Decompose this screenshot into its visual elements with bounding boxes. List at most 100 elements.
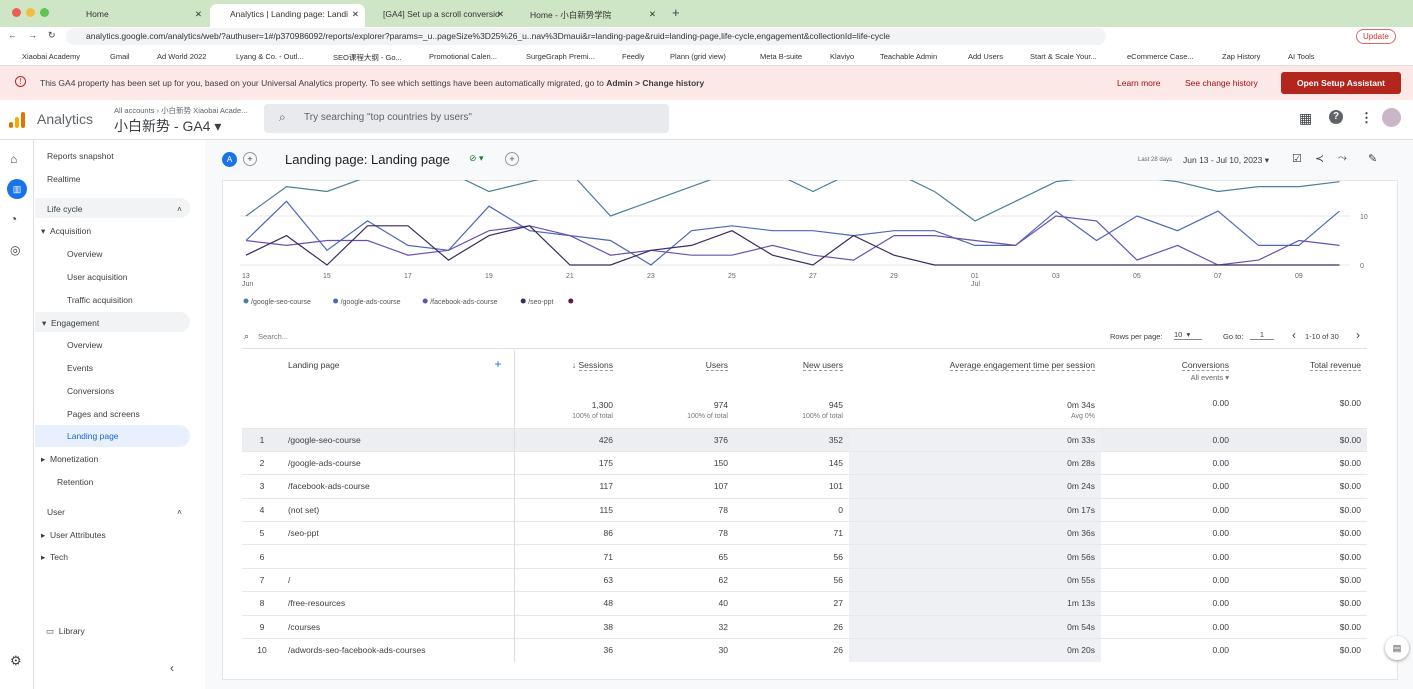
sidebar-item-library[interactable]: ▭ Library	[46, 626, 85, 637]
collapse-sidebar-icon[interactable]: ‹	[170, 661, 174, 675]
sidebar-item-user-acquisition[interactable]: User acquisition	[67, 272, 127, 282]
conversions-header[interactable]: Conversions	[1181, 360, 1229, 371]
goto-input[interactable]: 1	[1250, 330, 1274, 340]
property-selector[interactable]: 小白新势 - GA4 ▾	[114, 116, 221, 136]
maximize-window-button[interactable]	[40, 8, 49, 17]
bookmark-item[interactable]: eCommerce Case...	[1127, 52, 1194, 61]
apps-grid-icon[interactable]: ▦	[1299, 110, 1312, 127]
landing-page-cell[interactable]: /free-resources	[282, 591, 515, 616]
landing-page-cell[interactable]: /courses	[282, 614, 515, 639]
close-tab-icon[interactable]: ✕	[497, 9, 504, 20]
table-row[interactable]: 2/google-ads-course 175 150 145 0m 28s 0.00 $0…	[242, 450, 1367, 475]
breadcrumb[interactable]: All accounts › 小白新势 Xiaobai Acade...	[114, 105, 247, 116]
dimension-header[interactable]: Landing page	[288, 360, 340, 370]
sidebar-item-reports-snapshot[interactable]: Reports snapshot	[47, 151, 114, 161]
bookmark-item[interactable]: Meta B-suite	[760, 52, 802, 61]
bookmark-item[interactable]: SEO课程大纲 - Go...	[333, 52, 402, 63]
more-vert-icon[interactable]: ⋮	[1360, 110, 1373, 126]
new-tab-button[interactable]: +	[672, 5, 680, 20]
table-row[interactable]: 9/courses 38 32 26 0m 54s 0.00 $0.00	[242, 614, 1367, 639]
open-setup-assistant-button[interactable]: Open Setup Assistant	[1281, 72, 1401, 94]
users-header[interactable]: Users	[705, 360, 728, 371]
avatar[interactable]	[1382, 108, 1401, 127]
browser-tab[interactable]: Home - 小白新势学院 ✕	[512, 4, 662, 27]
table-row[interactable]: 7/63 62 56 0m 55s 0.00 $0.00	[242, 567, 1367, 592]
close-tab-icon[interactable]: ✕	[195, 9, 202, 20]
browser-tab[interactable]: [GA4] Set up a scroll conversio ✕	[365, 4, 510, 27]
sidebar-item-landing-page[interactable]: Landing page	[35, 425, 190, 447]
sidebar-item-events[interactable]: Events	[67, 363, 93, 373]
bookmark-item[interactable]: Lyang & Co. - Outl...	[236, 52, 304, 61]
reload-icon[interactable]: ↻	[48, 30, 56, 41]
table-row[interactable]: 5/seo-ppt 86 78 71 0m 36s 0.00 $0.00	[242, 521, 1367, 545]
bookmark-item[interactable]: Add Users	[968, 52, 1003, 61]
edit-pencil-icon[interactable]: ✎	[1368, 152, 1377, 165]
home-icon[interactable]: ⌂	[10, 152, 17, 166]
bookmark-item[interactable]: Feedly	[622, 52, 645, 61]
learn-more-link[interactable]: Learn more	[1117, 78, 1160, 88]
bookmark-item[interactable]: Klaviyo	[830, 52, 854, 61]
conversion-event-select[interactable]: All events ▾	[1191, 373, 1229, 382]
landing-page-cell[interactable]: /facebook-ads-course	[282, 474, 515, 499]
customize-report-icon[interactable]: ☑	[1292, 152, 1302, 165]
url-input[interactable]: analytics.google.com/analytics/web/?auth…	[66, 28, 1106, 45]
sidebar-item-user-attributes[interactable]: ▸ User Attributes	[41, 530, 106, 541]
add-report-button[interactable]: +	[505, 152, 519, 166]
sidebar-section-life-cycle[interactable]: Life cycle ˄	[35, 198, 190, 218]
explore-icon[interactable]: ◔	[10, 212, 17, 226]
bookmark-item[interactable]: SurgeGraph Premi...	[526, 52, 595, 61]
back-icon[interactable]: ←	[8, 30, 17, 40]
bookmark-item[interactable]: Ad World 2022	[157, 52, 206, 61]
search-input[interactable]: ⌕ Try searching "top countries by users"	[264, 104, 669, 133]
bookmark-item[interactable]: Teachable Admin	[880, 52, 937, 61]
reports-icon[interactable]: ▥	[7, 179, 27, 199]
change-history-link[interactable]: Admin > Change history	[606, 78, 704, 88]
prev-page-icon[interactable]: ‹	[1292, 328, 1296, 342]
verified-check-icon[interactable]: ⊘ ▾	[469, 153, 484, 164]
share-icon[interactable]: ≺	[1315, 152, 1324, 165]
sidebar-item-acq-overview[interactable]: Overview	[67, 249, 102, 259]
update-button[interactable]: Update	[1356, 29, 1396, 44]
bookmark-item[interactable]: Promotional Calen...	[429, 52, 497, 61]
table-row[interactable]: 6 71 65 56 0m 56s 0.00 $0.00	[242, 544, 1367, 569]
sidebar-item-conversions[interactable]: Conversions	[67, 386, 114, 396]
sidebar-item-realtime[interactable]: Realtime	[47, 174, 81, 184]
feedback-icon[interactable]: ▤	[1385, 636, 1409, 660]
rows-per-page-select[interactable]: 10 ▾	[1174, 330, 1202, 340]
bookmark-item[interactable]: Gmail	[110, 52, 130, 61]
landing-page-cell[interactable]: /adwords-seo-facebook-ads-courses	[282, 638, 515, 662]
add-dimension-button[interactable]: +	[494, 357, 501, 371]
sidebar-section-user[interactable]: User ˄	[47, 507, 182, 517]
settings-gear-icon[interactable]: ⚙	[10, 653, 22, 669]
close-tab-icon[interactable]: ✕	[649, 9, 656, 20]
table-row[interactable]: 1/google-seo-course 426 376 352 0m 33s 0.00 $0…	[242, 427, 1367, 452]
bookmark-item[interactable]: Xiaobai Academy	[22, 52, 80, 61]
next-page-icon[interactable]: ›	[1356, 328, 1360, 342]
date-range-picker[interactable]: Jun 13 - Jul 10, 2023 ▾	[1183, 155, 1269, 166]
table-search-input[interactable]: Search...	[258, 332, 288, 341]
close-tab-icon[interactable]: ✕	[352, 9, 359, 20]
table-row[interactable]: 3/facebook-ads-course 117 107 101 0m 24s 0.00…	[242, 474, 1367, 499]
browser-tab-active[interactable]: Analytics | Landing page: Landi ✕	[210, 4, 365, 27]
bookmark-item[interactable]: Plann (grid view)	[670, 52, 726, 61]
table-row[interactable]: 10/adwords-seo-facebook-ads-courses 36 30 2…	[242, 638, 1367, 662]
advertising-icon[interactable]: ◎	[10, 243, 20, 257]
sidebar-item-retention[interactable]: Retention	[57, 477, 93, 487]
minimize-window-button[interactable]	[26, 8, 35, 17]
landing-page-cell[interactable]	[282, 544, 515, 569]
sidebar-item-monetization[interactable]: ▸ Monetization	[41, 454, 98, 465]
avg-engagement-header[interactable]: Average engagement time per session	[949, 360, 1095, 371]
bookmark-item[interactable]: Start & Scale Your...	[1030, 52, 1097, 61]
comparison-avatar[interactable]: A	[222, 152, 237, 167]
bookmark-item[interactable]: Zap History	[1222, 52, 1260, 61]
landing-page-cell[interactable]: /	[282, 567, 515, 592]
landing-page-cell[interactable]: /seo-ppt	[282, 521, 515, 545]
sidebar-item-eng-overview[interactable]: Overview	[67, 340, 102, 350]
revenue-header[interactable]: Total revenue	[1309, 360, 1361, 371]
sidebar-item-engagement[interactable]: ▾ Engagement	[35, 312, 190, 332]
new-users-header[interactable]: New users	[802, 360, 843, 371]
add-comparison-button[interactable]: +	[243, 152, 257, 166]
help-icon[interactable]: ?	[1329, 110, 1343, 124]
sidebar-item-pages-and-screens[interactable]: Pages and screens	[67, 409, 140, 419]
see-change-history-link[interactable]: See change history	[1185, 78, 1258, 88]
